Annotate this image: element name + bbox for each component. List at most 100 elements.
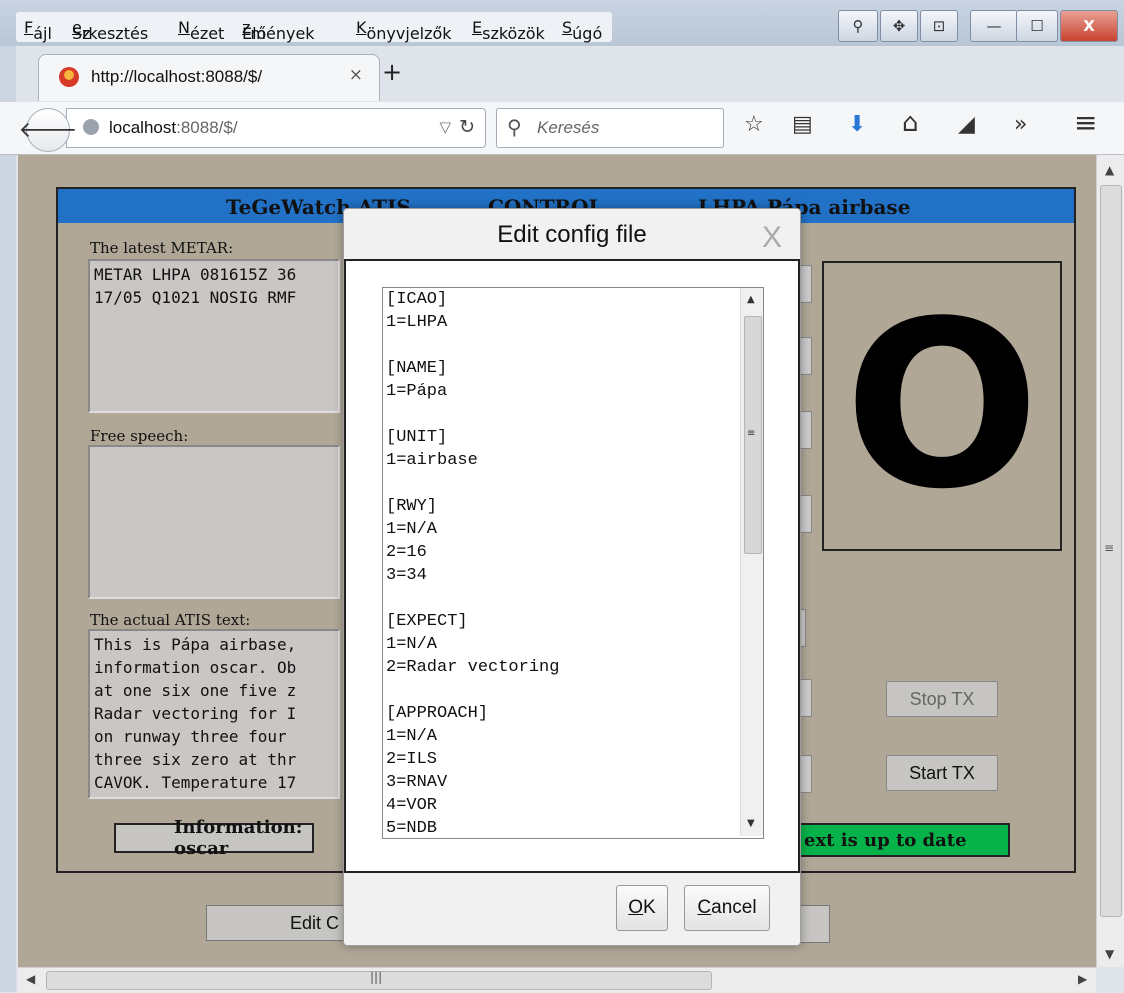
horizontal-scrollbar[interactable]: ◀ ||| ▶ [18,967,1096,993]
url-host: localhost [109,118,177,137]
close-window-button[interactable]: X [1060,10,1118,42]
free-speech-label: Free speech: [90,427,189,445]
ok-button[interactable]: OK [616,885,668,931]
url-path: :8088/$/ [176,118,238,137]
config-line: 3=34 [386,566,427,585]
config-line [386,679,736,702]
dialog-body: [ICAO] 1=LHPA [NAME] 1=Pápa [UNIT] 1=airbas… [344,259,800,873]
search-placeholder: Keresés [537,118,600,137]
status-badge: ext is up to date [798,823,1010,857]
config-line: 4=VOR [386,796,438,815]
reading-list-icon[interactable]: ▤ [792,112,813,137]
menu-item[interactable]: Elő z mények [242,18,315,43]
send-icon[interactable]: ◢ [958,112,975,137]
edit-config-button[interactable]: Edit C [206,905,346,941]
tab-strip: http://localhost:8088/$/ × + [16,46,1124,102]
window-titlebar: Fájl Sz e rkesztés Nézet Elő z mények Könyvjelző… [0,0,1124,46]
menu-item-text: szközök [482,24,545,43]
information-bar: Information: oscar [114,817,314,859]
scroll-left-icon[interactable]: ◀ [26,972,35,986]
config-line: [UNIT] [386,428,448,447]
tab-title: http://localhost:8088/$/ [91,67,263,86]
new-tab-button[interactable]: + [382,58,402,86]
menu-item[interactable]: Könyvjelzők [356,18,452,43]
cancel-label: ancel [711,897,757,918]
config-line: 1=N/A [386,635,438,654]
config-textarea[interactable]: [ICAO] 1=LHPA [NAME] 1=Pápa [UNIT] 1=airbas… [382,287,764,839]
restore-icon[interactable]: ⊡ [920,10,958,42]
menu-item-text: ájl [33,24,52,43]
dialog-close-icon[interactable]: X [762,221,782,255]
scroll-down-icon[interactable]: ▼ [1105,947,1114,961]
vertical-scrollbar[interactable]: ▲ ≡ ▼ [1096,155,1124,967]
metar-label: The latest METAR: [90,239,234,257]
minimize-button[interactable]: — [970,10,1018,42]
config-line: 2=Radar vectoring [386,658,560,677]
config-line: 5=NDB [386,819,438,838]
menu-item-text: úgó [572,24,603,43]
url-text[interactable]: localhost:8088/$/ [109,118,238,138]
download-icon[interactable]: ⬇ [848,112,866,137]
menu-item-text: K [356,18,367,37]
tab-close-icon[interactable]: × [349,65,363,85]
bottom-right-button[interactable] [798,905,830,943]
grip-icon: ≡ [1104,541,1115,555]
overflow-icon[interactable]: » [1014,112,1027,137]
scroll-down-icon[interactable]: ▼ [747,818,755,829]
menu-item-text: rkesztés [81,24,149,43]
menu-item[interactable]: Súgó [562,18,602,43]
config-line: 1=LHPA [386,313,448,332]
back-button[interactable]: 🡐 [19,108,78,152]
browser-tab[interactable]: http://localhost:8088/$/ × [38,54,380,101]
stop-tx-button[interactable]: Stop TX [886,681,998,717]
config-line [386,334,736,357]
config-scrollbar[interactable]: ▲ ≡ ▼ [740,288,763,836]
config-line: 1=N/A [386,520,438,539]
menu-item-text: ézet [189,24,225,43]
start-tx-button[interactable]: Start TX [886,755,998,791]
url-dropdown-icon[interactable]: ▽ [439,118,451,136]
navigation-bar: localhost:8088/$/ ▽ ↻ 🡐 ⚲ Keresés ☆ ▤ ⬇ … [0,102,1124,155]
maximize-button[interactable]: ☐ [1016,10,1058,42]
star-icon[interactable]: ☆ [744,112,764,137]
favicon-icon [59,67,79,87]
back-arrow-icon: 🡐 [18,118,78,143]
menu-item[interactable]: Nézet [178,18,224,43]
free-speech-textarea[interactable] [88,445,340,599]
config-line [386,472,736,495]
home-icon[interactable]: ⌂ [902,108,919,138]
config-line: 1=N/A [386,727,438,746]
config-line: [RWY] [386,497,438,516]
url-bar[interactable]: localhost:8088/$/ ▽ ↻ [66,108,486,148]
scroll-up-icon[interactable]: ▲ [1105,163,1114,177]
atis-textarea[interactable]: This is Pápa airbase, information oscar.… [88,629,340,799]
cancel-button[interactable]: Cancel [684,885,770,931]
config-line: [ICAO] [386,290,448,309]
config-line: [NAME] [386,359,448,378]
config-line: 3=RNAV [386,773,448,792]
config-text[interactable]: [ICAO] 1=LHPA [NAME] 1=Pápa [UNIT] 1=airbas… [386,288,736,838]
menu-item[interactable]: Fájl [24,18,52,43]
addon-icon[interactable]: ⚲ [838,10,878,42]
search-input[interactable]: ⚲ Keresés [496,108,724,148]
menu-item-text: mények [250,24,315,43]
scroll-right-icon[interactable]: ▶ [1078,972,1087,986]
menu-icon[interactable]: ≡ [1074,106,1097,139]
ok-label: K [643,897,656,918]
dialog-title: Edit config file [497,221,647,248]
scroll-up-icon[interactable]: ▲ [747,294,755,305]
config-line [386,587,736,610]
edit-config-dialog: Edit config file X [ICAO] 1=LHPA [NAME] 1=… [343,208,801,946]
reload-icon[interactable]: ↻ [459,116,475,138]
metar-textarea[interactable]: METAR LHPA 081615Z 36 17/05 Q1021 NOSIG … [88,259,340,413]
info-letter-display: O [822,261,1062,551]
dialog-footer: OK Cancel [344,871,800,943]
window-controls: ⚲ ✥ ⊡ — ☐ X [838,10,1118,42]
config-line: [EXPECT] [386,612,468,631]
menu-item[interactable]: Sz e rkesztés [72,18,148,43]
menu-item[interactable]: Eszközök [472,18,545,43]
move-icon[interactable]: ✥ [880,10,918,42]
config-line [386,403,736,426]
config-line: 1=Pápa [386,382,448,401]
menu-item-text: önyvjelzők [366,24,452,43]
